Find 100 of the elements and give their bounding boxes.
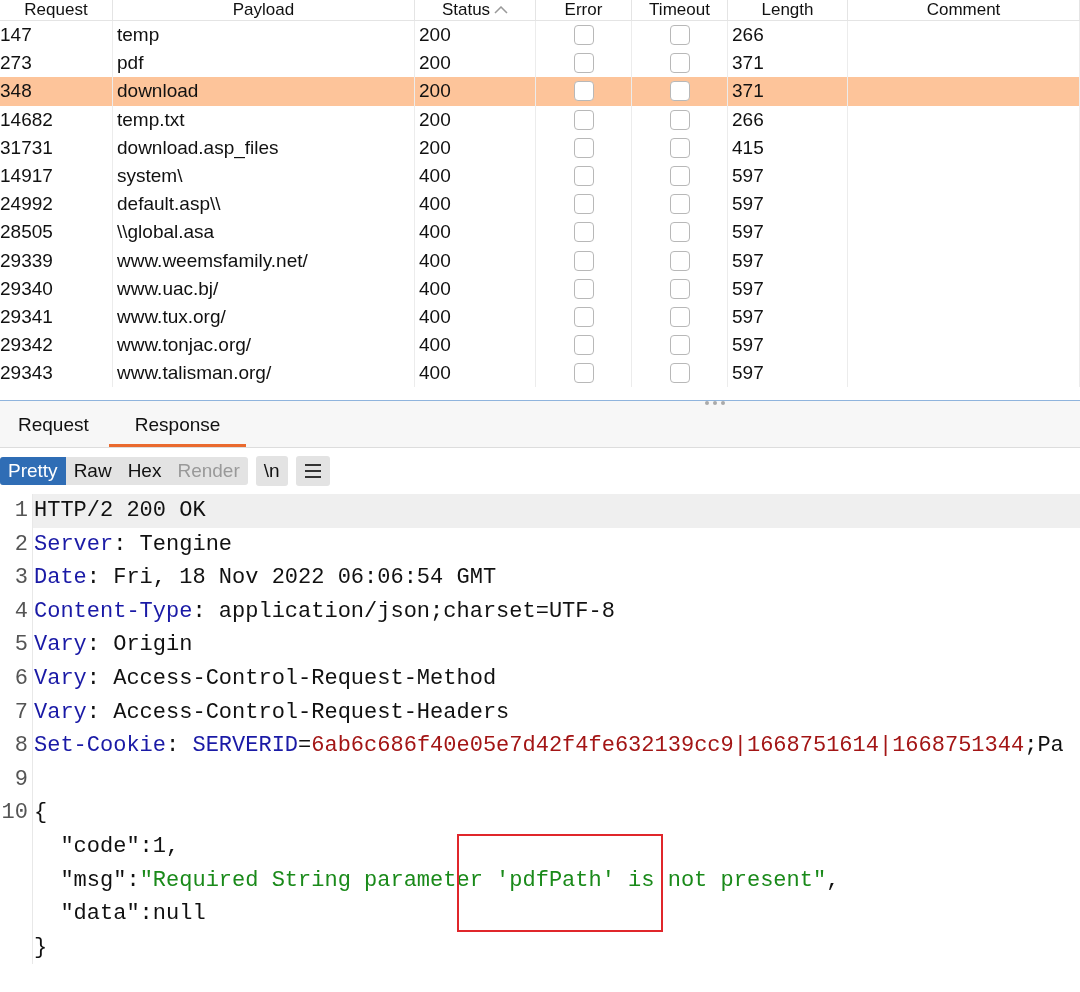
table-cell: 28505: [0, 221, 53, 243]
sort-caret-icon: [494, 6, 509, 14]
table-row[interactable]: 147 temp 200 266: [0, 21, 1080, 50]
table-cell: 200: [419, 52, 451, 74]
code-line: "data":null: [59, 901, 206, 927]
table-cell: temp.txt: [117, 108, 185, 130]
table-cell: 400: [419, 249, 451, 271]
line-number: 7: [14, 699, 28, 725]
table-cell: system\: [117, 164, 183, 186]
table-cell: default.asp\\: [117, 193, 221, 215]
table-cell: www.talisman.org/: [117, 362, 272, 384]
table-cell: download.asp_files: [117, 136, 279, 158]
newline-toggle-button[interactable]: \n: [255, 456, 288, 486]
code-line: Vary: Access-Control-Request-Method: [34, 665, 497, 691]
line-number: 6: [14, 665, 28, 691]
table-cell: www.uac.bj/: [117, 277, 219, 299]
line-number: 8: [14, 733, 28, 759]
view-mode-tab[interactable]: Pretty: [0, 457, 66, 485]
table-cell: 597: [732, 362, 764, 384]
panel-tab[interactable]: Response: [108, 414, 247, 447]
table-cell: 400: [419, 362, 451, 384]
table-cell: 200: [419, 108, 451, 130]
table-cell: 371: [732, 52, 764, 74]
table-row[interactable]: 14917 system\ 400 597: [0, 161, 1080, 191]
table-cell: 14682: [0, 108, 53, 130]
table-cell: 597: [732, 305, 764, 327]
table-cell: 415: [732, 136, 764, 158]
table-cell: 266: [732, 24, 764, 45]
menu-button[interactable]: [295, 456, 330, 486]
table-cell: 266: [732, 108, 764, 130]
table-cell: 400: [419, 305, 451, 327]
column-header[interactable]: Length: [761, 0, 814, 20]
table-cell: \\global.asa: [117, 221, 215, 243]
code-line: {: [34, 800, 48, 826]
table-row[interactable]: 14682 temp.txt 200 266: [0, 105, 1080, 134]
table-row[interactable]: 29343 www.talisman.org/ 400 597: [0, 359, 1080, 388]
line-number: 5: [14, 632, 28, 658]
table-cell: 147: [0, 24, 32, 45]
column-header[interactable]: Request: [24, 0, 88, 20]
table-cell: 29340: [0, 277, 53, 299]
code-line: "code":1,: [59, 833, 180, 859]
line-number: 4: [14, 598, 28, 624]
code-line: Date: Fri, 18 Nov 2022 06:06:54 GMT: [34, 565, 497, 591]
table-cell: 597: [732, 193, 764, 215]
view-mode-tab[interactable]: Hex: [119, 457, 170, 485]
code-line: Vary: Access-Control-Request-Headers: [34, 699, 510, 725]
table-cell: 348: [0, 80, 32, 102]
code-line: HTTP/2 200 OK: [34, 498, 206, 523]
table-cell: 200: [419, 80, 451, 102]
view-mode-tab[interactable]: Raw: [65, 457, 120, 485]
table-cell: 29343: [0, 362, 53, 384]
table-cell: 597: [732, 334, 764, 356]
column-header[interactable]: Timeout: [649, 0, 710, 20]
drag-handle-icon[interactable]: [703, 400, 727, 406]
table-cell: www.weemsfamily.net/: [117, 249, 308, 271]
table-cell: 400: [419, 334, 451, 356]
table-cell: 24992: [0, 193, 53, 215]
table-row[interactable]: 29339 www.weemsfamily.net/ 400 597: [0, 246, 1080, 275]
table-cell: pdf: [117, 52, 144, 74]
table-cell: 200: [419, 136, 451, 158]
table-cell: 597: [732, 221, 764, 243]
line-number: 9: [14, 766, 28, 792]
table-cell: 29342: [0, 334, 53, 356]
code-line: Vary: Origin: [34, 632, 193, 658]
table-cell: temp: [117, 24, 160, 45]
line-number: 1: [14, 498, 28, 523]
column-header[interactable]: Comment: [926, 0, 1001, 20]
table-row[interactable]: 348 download 200 371: [0, 77, 1080, 106]
column-header[interactable]: Payload: [232, 0, 295, 20]
table-cell: 597: [732, 277, 764, 299]
table-row[interactable]: 28505 \\global.asa 400 597: [0, 218, 1080, 247]
code-line: Content-Type: application/json;charset=UTF-8: [34, 598, 615, 624]
table-cell: 31731: [0, 136, 53, 158]
table-cell: download: [117, 80, 199, 102]
table-row[interactable]: 24992 default.asp\\ 400 597: [0, 190, 1080, 219]
table-cell: 597: [732, 164, 764, 186]
menu-icon: [303, 464, 322, 478]
table-cell: 200: [419, 24, 451, 45]
column-header[interactable]: Error: [564, 0, 603, 20]
table-row[interactable]: 31731 download.asp_files 200 415: [0, 133, 1080, 162]
table-cell: www.tux.org/: [117, 305, 226, 327]
table-cell: 400: [419, 221, 451, 243]
table-cell: 400: [419, 277, 451, 299]
code-line: Set-Cookie: SERVERID=6ab6c686f40e05e7d42f4fe632139cc9|1668751614|1668751344;Pa: [34, 733, 1064, 759]
line-number: 10: [1, 800, 28, 826]
code-line: Server: Tengine: [34, 531, 233, 557]
line-number: 2: [14, 531, 28, 557]
table-cell: 29341: [0, 305, 53, 327]
table-cell: 400: [419, 193, 451, 215]
table-row[interactable]: 29341 www.tux.org/ 400 597: [0, 302, 1080, 332]
code-line: }: [34, 934, 48, 960]
table-row[interactable]: 29340 www.uac.bj/ 400 597: [0, 274, 1080, 303]
table-row[interactable]: 29342 www.tonjac.org/ 400 597: [0, 331, 1080, 360]
table-cell: 371: [732, 80, 764, 102]
panel-tab[interactable]: Request: [8, 414, 99, 447]
table-cell: www.tonjac.org/: [117, 334, 252, 356]
column-header[interactable]: Status: [441, 0, 509, 20]
table-cell: 14917: [0, 164, 53, 186]
table-cell: 273: [0, 52, 32, 74]
table-cell: 597: [732, 249, 764, 271]
